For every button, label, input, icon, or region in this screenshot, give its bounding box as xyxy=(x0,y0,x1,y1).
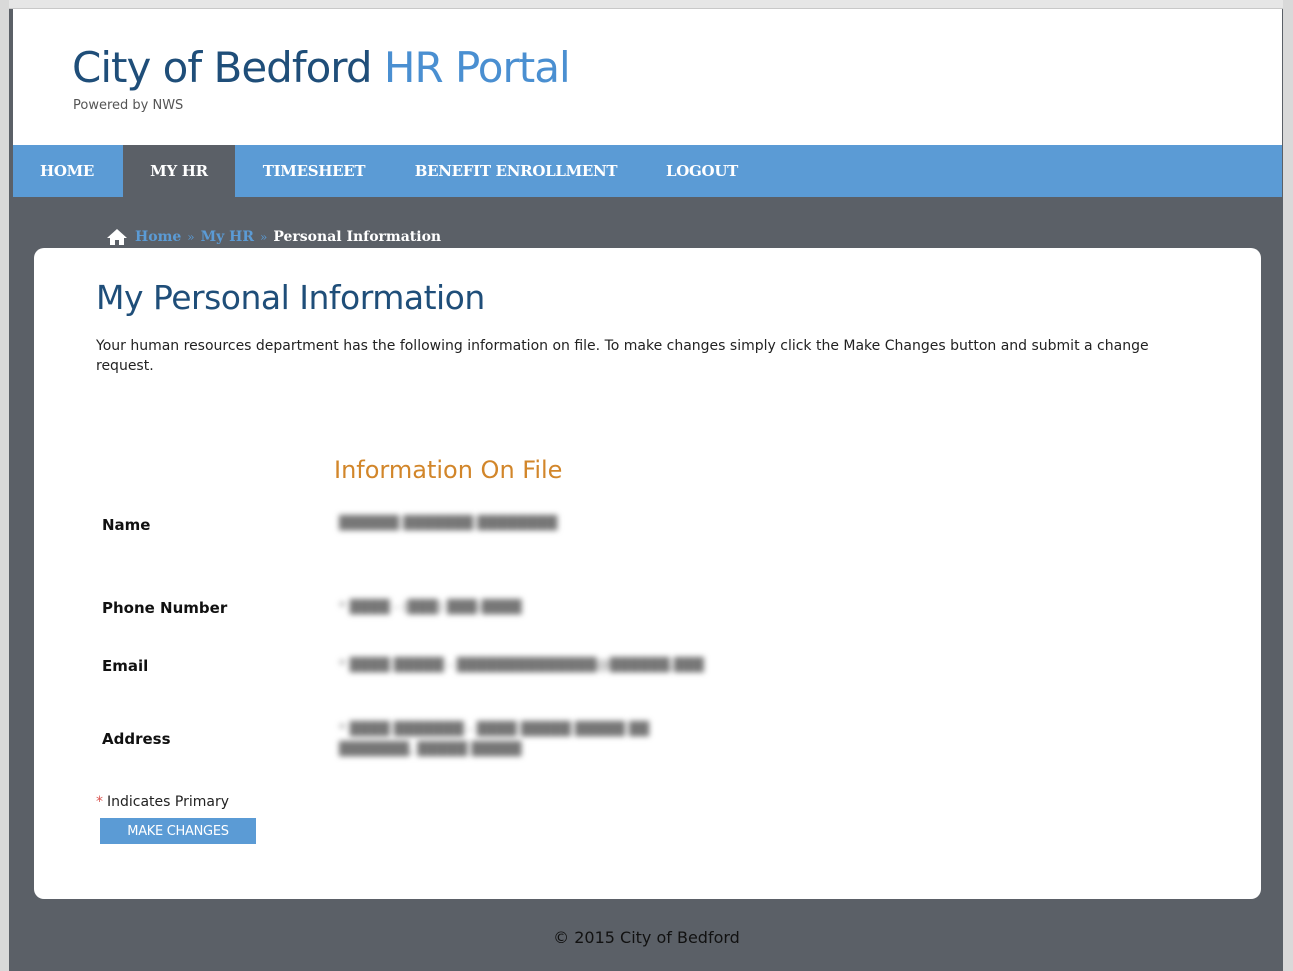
phone-value-redacted: * ████ - (███) ███-████ xyxy=(339,600,522,615)
nav-timesheet[interactable]: TIMESHEET xyxy=(253,145,375,197)
phone-label: Phone Number xyxy=(102,599,228,617)
breadcrumb: Home » My HR » Personal Information xyxy=(106,227,441,247)
section-title: Information On File xyxy=(334,456,563,484)
home-icon xyxy=(107,229,127,245)
content-card: My Personal Information Your human resou… xyxy=(34,248,1261,899)
make-changes-button[interactable]: MAKE CHANGES xyxy=(100,818,256,844)
nav-home[interactable]: HOME xyxy=(13,145,121,197)
primary-legend-text: Indicates Primary xyxy=(107,794,230,810)
site-title-city: City of Bedford xyxy=(72,43,372,92)
breadcrumb-separator: » xyxy=(260,230,268,244)
primary-legend: * Indicates Primary xyxy=(96,794,229,810)
breadcrumb-myhr-link[interactable]: My HR xyxy=(201,229,254,245)
nav-my-hr[interactable]: MY HR xyxy=(123,145,235,197)
breadcrumb-current: Personal Information xyxy=(273,229,442,245)
name-value-redacted: ██████ ███████ ████████ xyxy=(339,516,558,531)
email-value-redacted: * ████ █████ - ██████████████@██████.███ xyxy=(339,658,704,673)
nav-logout[interactable]: LOGOUT xyxy=(659,145,745,197)
site-header: City of Bedford HR Portal Powered by NWS xyxy=(13,9,1282,145)
site-title: City of Bedford HR Portal xyxy=(72,43,571,92)
name-label: Name xyxy=(102,516,151,534)
site-subtitle: Powered by NWS xyxy=(73,98,184,113)
address-label: Address xyxy=(102,730,171,748)
footer-copyright: © 2015 City of Bedford xyxy=(553,928,740,947)
window-left-frame xyxy=(0,0,9,971)
site-title-portal: HR Portal xyxy=(383,43,571,92)
window-top-frame xyxy=(0,0,1293,9)
address-value-redacted: * ████ ███████ - ████ █████ █████ ██ ████… xyxy=(339,722,650,757)
primary-star: * xyxy=(96,794,103,810)
nav-benefit-enrollment[interactable]: BENEFIT ENROLLMENT xyxy=(411,145,621,197)
page-title: My Personal Information xyxy=(96,278,485,317)
intro-text: Your human resources department has the … xyxy=(96,338,1149,374)
main-navbar: HOME MY HR TIMESHEET BENEFIT ENROLLMENT … xyxy=(13,145,1282,197)
window-right-frame xyxy=(1283,0,1293,971)
breadcrumb-home-link[interactable]: Home xyxy=(135,229,181,245)
breadcrumb-separator: » xyxy=(187,230,195,244)
email-label: Email xyxy=(102,657,149,675)
